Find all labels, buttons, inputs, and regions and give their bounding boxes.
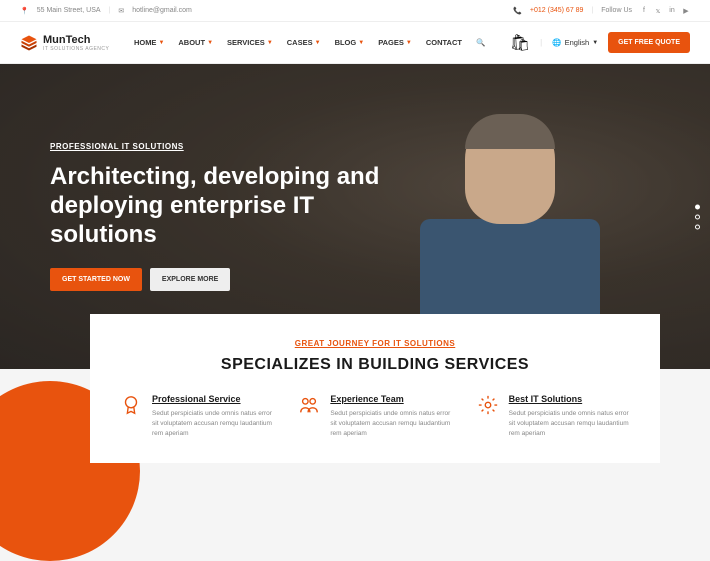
service-card: Professional Service Sedut perspiciatis … xyxy=(120,394,273,438)
logo[interactable]: MunTech IT SOLUTIONS AGENCY xyxy=(20,34,109,52)
service-desc: Sedut perspiciatis unde omnis natus erro… xyxy=(152,409,273,438)
globe-icon: 🌐 xyxy=(552,38,561,47)
slider-dot[interactable] xyxy=(695,224,700,229)
brand-tagline: IT SOLUTIONS AGENCY xyxy=(43,46,109,52)
pin-icon: 📍 xyxy=(20,7,29,15)
gear-icon xyxy=(477,394,499,416)
nav-menu: HOME▼ ABOUT▼ SERVICES▼ CASES▼ BLOG▼ PAGE… xyxy=(134,38,485,47)
slider-dot[interactable] xyxy=(695,204,700,209)
nav-contact[interactable]: CONTACT xyxy=(426,38,462,47)
cta-primary-button[interactable]: GET STARTED NOW xyxy=(50,268,142,291)
navbar: MunTech IT SOLUTIONS AGENCY HOME▼ ABOUT▼… xyxy=(0,22,710,64)
search-icon[interactable]: 🔍 xyxy=(476,38,485,47)
service-desc: Sedut perspiciatis unde omnis natus erro… xyxy=(509,409,630,438)
cta-secondary-button[interactable]: EXPLORE MORE xyxy=(150,268,230,291)
hero-title: Architecting, developing and deploying e… xyxy=(50,163,400,249)
facebook-icon[interactable]: f xyxy=(640,7,648,15)
brand-name: MunTech xyxy=(43,34,109,46)
email: hotline@gmail.com xyxy=(132,7,192,14)
language-selector[interactable]: 🌐 English ▼ xyxy=(552,38,598,47)
hero-eyebrow: PROFESSIONAL IT SOLUTIONS xyxy=(50,142,400,151)
cart-icon[interactable]: 🛍 xyxy=(510,33,530,53)
follow-label: Follow Us xyxy=(601,7,632,14)
badge-icon xyxy=(120,394,142,416)
quote-button[interactable]: GET FREE QUOTE xyxy=(608,32,690,53)
slider-dot[interactable] xyxy=(695,214,700,219)
logo-icon xyxy=(20,34,38,52)
nav-pages[interactable]: PAGES▼ xyxy=(378,38,412,47)
service-name[interactable]: Experience Team xyxy=(330,394,451,404)
service-name[interactable]: Professional Service xyxy=(152,394,273,404)
services-eyebrow: GREAT JOURNEY FOR IT SOLUTIONS xyxy=(120,339,630,348)
team-icon xyxy=(298,394,320,416)
phone-icon: 📞 xyxy=(513,7,522,15)
nav-cases[interactable]: CASES▼ xyxy=(287,38,321,47)
service-card: Experience Team Sedut perspiciatis unde … xyxy=(298,394,451,438)
linkedin-icon[interactable]: in xyxy=(668,7,676,15)
phone[interactable]: +012 (345) 67 89 xyxy=(530,7,584,14)
nav-services[interactable]: SERVICES▼ xyxy=(227,38,273,47)
service-name[interactable]: Best IT Solutions xyxy=(509,394,630,404)
service-desc: Sedut perspiciatis unde omnis natus erro… xyxy=(330,409,451,438)
twitter-icon[interactable]: 𝕩 xyxy=(654,7,662,15)
services-section: GREAT JOURNEY FOR IT SOLUTIONS SPECIALIZ… xyxy=(90,314,660,463)
nav-home[interactable]: HOME▼ xyxy=(134,38,164,47)
topbar: 📍 55 Main Street, USA | ✉ hotline@gmail.… xyxy=(0,0,710,22)
chevron-down-icon: ▼ xyxy=(592,40,598,46)
youtube-icon[interactable]: ▶ xyxy=(682,7,690,15)
service-card: Best IT Solutions Sedut perspiciatis und… xyxy=(477,394,630,438)
nav-blog[interactable]: BLOG▼ xyxy=(335,38,365,47)
address: 55 Main Street, USA xyxy=(37,7,101,14)
slider-dots xyxy=(695,204,700,229)
services-title: SPECIALIZES IN BUILDING SERVICES xyxy=(120,356,630,374)
nav-about[interactable]: ABOUT▼ xyxy=(178,38,213,47)
mail-icon: ✉ xyxy=(118,7,124,15)
